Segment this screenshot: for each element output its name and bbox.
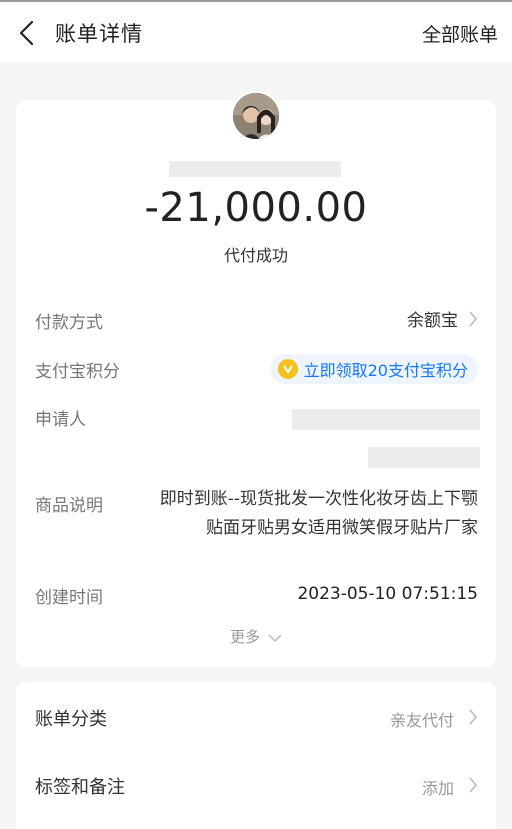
back-button[interactable] xyxy=(16,19,40,47)
redacted-applicant-line2 xyxy=(368,447,480,468)
points-label: 支付宝积分 xyxy=(35,362,120,382)
product-description-line2: 贴面牙贴男女适用微笑假牙贴片厂家 xyxy=(206,518,478,538)
product-label: 商品说明 xyxy=(35,496,103,516)
claim-points-button[interactable]: 立即领取20支付宝积分 xyxy=(269,354,478,384)
page-title: 账单详情 xyxy=(55,22,143,46)
product-description-line1: 即时到账--现货批发一次性化妆牙齿上下颚 xyxy=(159,489,478,509)
tags-notes-row[interactable]: 标签和备注 添加 xyxy=(16,753,496,813)
redacted-payee-name xyxy=(169,161,341,177)
more-button[interactable]: 更多 xyxy=(16,626,496,647)
payment-method-label: 付款方式 xyxy=(35,313,103,333)
chevron-right-icon xyxy=(469,311,478,327)
amount-text: -21,000.00 xyxy=(144,185,368,231)
avatar xyxy=(231,91,281,141)
chevron-right-icon xyxy=(469,709,478,725)
tags-notes-value: 添加 xyxy=(421,779,454,798)
bill-category-label: 账单分类 xyxy=(35,709,107,730)
bill-settings-card: 账单分类 亲友代付 标签和备注 添加 xyxy=(16,682,496,829)
payment-method-value: 余额宝 xyxy=(407,311,458,331)
coin-icon xyxy=(277,359,298,379)
bill-category-value: 亲友代付 xyxy=(389,711,454,730)
chevron-left-icon xyxy=(19,20,34,46)
created-time-value: 2023-05-10 07:51:15 xyxy=(297,584,478,604)
bill-detail-card: -21,000.00 代付成功 付款方式 余额宝 支付宝积分 立即领取20支付宝… xyxy=(16,91,496,667)
chevron-down-icon xyxy=(268,633,282,642)
tags-notes-label: 标签和备注 xyxy=(35,777,125,798)
chevron-right-icon xyxy=(469,777,478,793)
redacted-applicant-line1 xyxy=(292,409,480,430)
product-description: 即时到账--现货批发一次性化妆牙齿上下颚 贴面牙贴男女适用微笑假牙贴片厂家 xyxy=(126,485,478,543)
more-label: 更多 xyxy=(230,628,261,646)
applicant-label: 申请人 xyxy=(35,410,86,430)
top-bar: 账单详情 全部账单 xyxy=(0,0,512,62)
created-time-label: 创建时间 xyxy=(35,588,103,608)
payment-method-row[interactable]: 余额宝 xyxy=(407,306,478,332)
bill-category-row[interactable]: 账单分类 亲友代付 xyxy=(16,685,496,745)
avatar-photo xyxy=(233,93,279,139)
claim-points-text: 立即领取20支付宝积分 xyxy=(303,361,468,380)
all-bills-link[interactable]: 全部账单 xyxy=(422,20,498,47)
status-text: 代付成功 xyxy=(223,246,288,265)
